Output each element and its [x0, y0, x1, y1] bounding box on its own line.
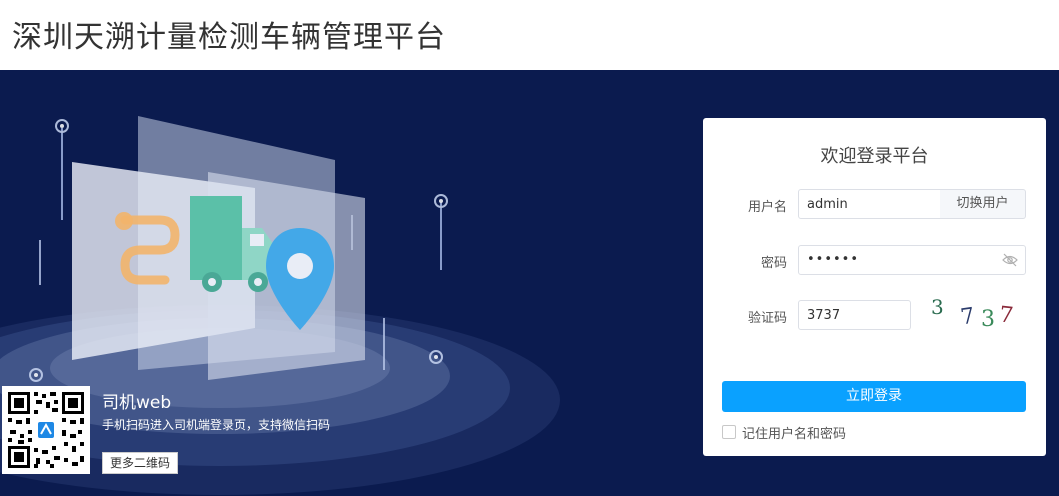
remember-me[interactable]: 记住用户名和密码 — [722, 424, 847, 442]
promo-description: 手机扫码进入司机端登录页，支持微信扫码 — [102, 418, 331, 432]
page-title: 深圳天溯计量检测车辆管理平台 — [12, 20, 446, 55]
svg-text:3: 3 — [931, 296, 944, 319]
login-panel: 欢迎登录平台 用户名 切换用户 密码 •••••• 验证码 3 7 3 7 立即… — [703, 118, 1046, 456]
login-title: 欢迎登录平台 — [820, 146, 929, 167]
more-qr-codes-button[interactable]: 更多二维码 — [102, 452, 179, 474]
hero-section: 司机web 手机扫码进入司机端登录页，支持微信扫码 更多二维码 欢迎登录平台 用… — [0, 70, 1059, 496]
eye-off-icon[interactable] — [1002, 253, 1018, 267]
username-input[interactable] — [798, 189, 941, 219]
password-input[interactable]: •••••• — [798, 245, 1026, 275]
promo-title: 司机web — [102, 393, 172, 413]
qr-code-image — [6, 390, 86, 470]
svg-text:3: 3 — [981, 307, 995, 332]
svg-text:7: 7 — [959, 304, 976, 331]
page-header: 深圳天溯计量检测车辆管理平台 — [0, 0, 1059, 70]
switch-user-button[interactable]: 切换用户 — [940, 189, 1026, 219]
captcha-image[interactable]: 3 7 3 7 — [925, 296, 1025, 332]
password-label: 密码 — [760, 256, 787, 271]
svg-text:7: 7 — [998, 302, 1015, 328]
light-pole — [55, 119, 69, 220]
remember-label: 记住用户名和密码 — [742, 426, 847, 442]
captcha-input[interactable] — [798, 300, 911, 330]
captcha-label: 验证码 — [747, 311, 787, 326]
login-button[interactable]: 立即登录 — [722, 381, 1026, 412]
remember-checkbox[interactable] — [722, 425, 736, 439]
qr-code — [2, 386, 90, 474]
username-label: 用户名 — [747, 200, 787, 215]
